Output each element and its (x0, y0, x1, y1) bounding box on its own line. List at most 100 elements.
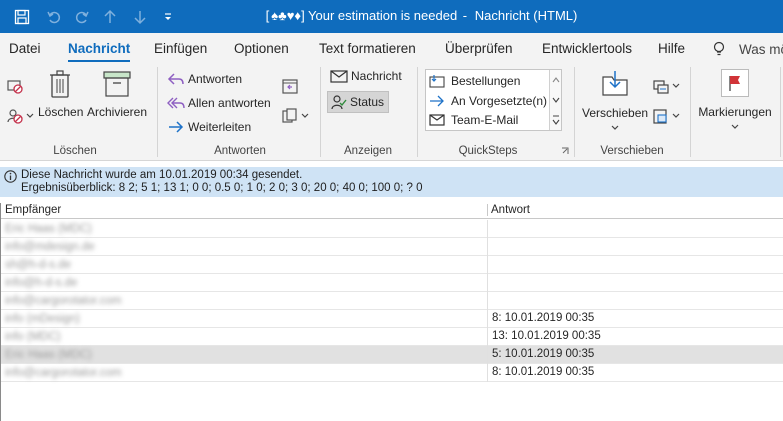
move-to-folder-icon (429, 75, 445, 88)
title-suits: ♠♣♥♦ (271, 8, 302, 23)
actions-button[interactable] (652, 107, 680, 125)
answer-cell (487, 274, 492, 292)
forward-button[interactable]: Weiterleiten (167, 119, 251, 135)
tab-optionen[interactable]: Optionen (234, 41, 289, 56)
table-row[interactable]: info@cargorotator.com (1, 292, 783, 310)
rules-button[interactable] (652, 77, 680, 95)
tab-entwicklertools[interactable]: Entwicklertools (542, 41, 632, 56)
chevron-down-icon (731, 124, 739, 129)
archive-icon (103, 71, 131, 97)
table-row[interactable]: sh@h-d-s.de (1, 256, 783, 274)
answer-cell (487, 292, 492, 310)
ignore-icon (7, 80, 23, 94)
group-separator (157, 67, 158, 157)
results-summary-text: Ergebnisüberblick: 8 2; 5 1; 13 1; 0 0; … (21, 182, 423, 194)
delete-label: Löschen (38, 105, 84, 119)
answer-cell (487, 256, 492, 274)
trash-icon (50, 70, 70, 98)
quickstep-team-email[interactable]: Team-E-Mail (429, 111, 518, 129)
chevron-down-icon (26, 113, 34, 118)
ribbon: Löschen Archivieren Löschen Antworten Al… (0, 63, 783, 161)
more-reply-button[interactable] (281, 107, 309, 125)
table-row[interactable]: info@h-d-s.de (1, 274, 783, 292)
recipient-cell: info (MDC) (5, 331, 61, 343)
table-row[interactable]: info (mDesign) 8: 10.01.2019 00:35 (1, 310, 783, 328)
person-check-icon (331, 95, 347, 110)
title-bar: [♠♣♥♦] Your estimation is needed - Nachr… (0, 0, 783, 33)
meeting-reply-button[interactable] (281, 77, 299, 95)
answer-cell (487, 220, 492, 238)
group-label-loeschen: Löschen (53, 145, 97, 157)
table-row[interactable]: info (MDC) 13: 10.01.2019 00:35 (1, 328, 783, 346)
tell-me-box[interactable]: Was mö (712, 41, 783, 57)
quickstep-label: Bestellungen (451, 74, 521, 88)
archive-label: Archivieren (86, 105, 148, 119)
tab-datei[interactable]: Datei (9, 41, 41, 56)
quicksteps-scrollbar[interactable] (549, 70, 561, 130)
recipient-cell: Eric Haas (MDC) (5, 349, 92, 361)
show-message-label: Nachricht (351, 69, 402, 83)
reply-all-button[interactable]: Allen antworten (167, 95, 271, 111)
answer-cell: 8: 10.01.2019 00:35 (487, 364, 594, 382)
tab-einfuegen[interactable]: Einfügen (154, 41, 207, 56)
chevron-down-icon (672, 83, 680, 88)
group-label-verschieben: Verschieben (600, 145, 664, 157)
group-label-quicksteps: QuickSteps (458, 145, 518, 157)
delete-button[interactable]: Löschen (38, 69, 84, 119)
tracking-table: Empfänger Antwort Eric Haas (MDC) info@m… (0, 203, 783, 421)
recipient-cell: info@cargorotator.com (5, 367, 122, 379)
junk-button[interactable] (6, 107, 34, 125)
quicksteps-dialog-launcher[interactable] (561, 147, 569, 155)
column-header-recipient[interactable]: Empfänger (5, 204, 61, 216)
chevron-down-icon (611, 125, 619, 130)
ribbon-tabs: Datei Nachricht Einfügen Optionen Text f… (0, 33, 783, 63)
recipient-cell: info@h-d-s.de (5, 277, 78, 289)
table-row[interactable]: Eric Haas (MDC) (1, 220, 783, 238)
archive-button[interactable]: Archivieren (86, 69, 148, 119)
column-header-answer[interactable]: Antwort (487, 204, 530, 216)
answer-cell: 13: 10.01.2019 00:35 (487, 328, 601, 346)
envelope-icon (330, 70, 348, 83)
quickstep-bestellungen[interactable]: Bestellungen (429, 72, 520, 90)
tab-text-formatieren[interactable]: Text formatieren (319, 41, 416, 56)
group-separator (417, 67, 418, 157)
show-message-button[interactable]: Nachricht (330, 69, 402, 83)
tags-button[interactable]: Markierungen (694, 69, 776, 133)
tab-hilfe[interactable]: Hilfe (658, 41, 685, 56)
group-separator (690, 67, 691, 157)
recipient-cell: info@mdesign.de (5, 241, 95, 253)
title-suffix: Nachricht (HTML) (474, 8, 578, 23)
quickstep-vorgesetzte[interactable]: An Vorgesetzte(n) (429, 92, 547, 110)
chevron-down-icon (301, 113, 309, 118)
actions-icon (653, 109, 667, 124)
tags-label: Markierungen (698, 105, 772, 119)
table-row[interactable]: info@cargorotator.com 8: 10.01.2019 00:3… (1, 364, 783, 382)
show-status-button[interactable]: Status (327, 91, 390, 113)
more-icon (282, 108, 297, 123)
table-row[interactable]: info@mdesign.de (1, 238, 783, 256)
ignore-button[interactable] (6, 77, 24, 95)
chevron-down-icon (672, 113, 680, 118)
reply-all-icon (167, 97, 185, 109)
group-label-antworten: Antworten (214, 145, 266, 157)
tab-nachricht[interactable]: Nachricht (68, 41, 131, 62)
lightbulb-icon (713, 41, 725, 56)
move-button[interactable]: Verschieben (582, 69, 648, 134)
recipient-cell: info (mDesign) (5, 313, 80, 325)
sent-info-text: Diese Nachricht wurde am 10.01.2019 00:3… (21, 169, 303, 181)
flag-icon (721, 69, 749, 97)
reply-button[interactable]: Antworten (167, 71, 242, 87)
reply-all-label: Allen antworten (188, 96, 271, 110)
reply-icon (167, 73, 184, 85)
quicksteps-gallery: Bestellungen An Vorgesetzte(n) Team-E-Ma… (425, 69, 562, 131)
quickstep-label: An Vorgesetzte(n) (451, 94, 548, 108)
tab-ueberpruefen[interactable]: Überprüfen (445, 41, 513, 56)
table-row-selected[interactable]: Eric Haas (MDC) 5: 10.01.2019 00:35 (1, 346, 783, 364)
group-separator (574, 67, 575, 157)
title-subject: ] Your estimation is needed (301, 8, 458, 23)
group-separator (320, 67, 321, 157)
calendar-icon (282, 79, 298, 94)
recipient-cell: info@cargorotator.com (5, 295, 122, 307)
group-separator (780, 67, 781, 157)
envelope-icon (429, 114, 445, 126)
